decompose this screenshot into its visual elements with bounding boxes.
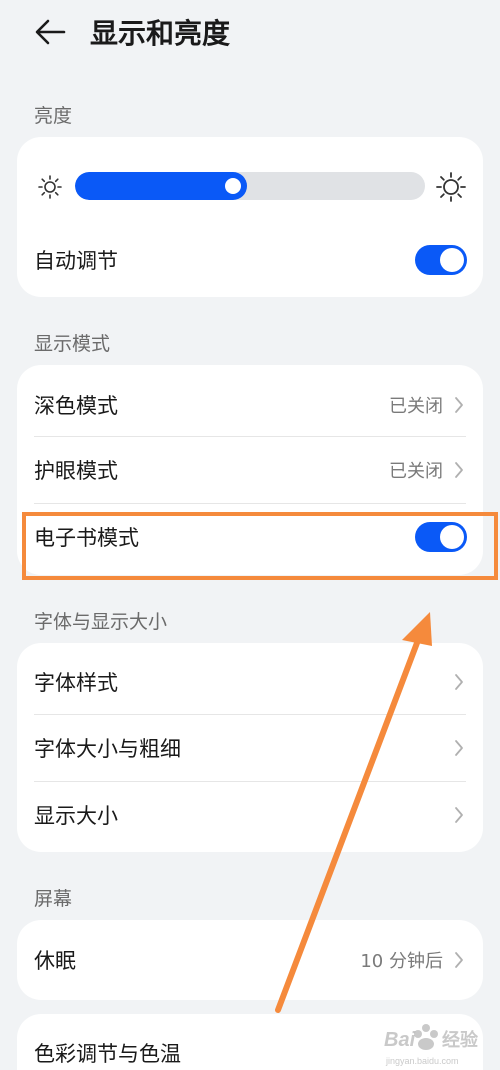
display-size-label: 显示大小 xyxy=(34,804,118,828)
watermark-logo: Bai 经验 jingyan.baidu.com xyxy=(384,1024,479,1066)
brightness-slider-thumb[interactable] xyxy=(225,178,241,194)
font-style-row[interactable]: 字体样式 xyxy=(17,649,483,715)
auto-brightness-label: 自动调节 xyxy=(34,249,118,273)
sleep-value: 10 分钟后 xyxy=(360,951,443,972)
sun-large-icon xyxy=(436,172,466,202)
sleep-row[interactable]: 休眠 10 分钟后 xyxy=(17,927,483,993)
svg-text:经验: 经验 xyxy=(442,1029,479,1050)
eye-comfort-row[interactable]: 护眼模式 已关闭 xyxy=(17,437,483,503)
dark-mode-row[interactable]: 深色模式 已关闭 xyxy=(17,372,483,438)
svg-text:Bai: Bai xyxy=(384,1029,416,1051)
header: 显示和亮度 xyxy=(0,0,500,66)
toggle-knob xyxy=(440,248,464,272)
back-button[interactable] xyxy=(30,14,70,50)
chevron-right-icon xyxy=(451,372,467,438)
auto-brightness-toggle[interactable] xyxy=(415,245,467,275)
brightness-card: 自动调节 xyxy=(17,137,483,297)
chevron-right-icon xyxy=(451,927,467,993)
section-label-font: 字体与显示大小 xyxy=(34,611,168,633)
sleep-card: 休眠 10 分钟后 xyxy=(17,920,483,1000)
font-card: 字体样式 字体大小与粗细 显示大小 xyxy=(17,643,483,852)
chevron-right-icon xyxy=(451,782,467,848)
highlight-box xyxy=(22,512,498,580)
section-label-display-mode: 显示模式 xyxy=(34,333,111,355)
chevron-right-icon xyxy=(451,715,467,781)
arrow-left-icon xyxy=(35,19,66,45)
dark-mode-label: 深色模式 xyxy=(34,394,118,418)
chevron-right-icon xyxy=(451,437,467,503)
font-style-label: 字体样式 xyxy=(34,671,118,695)
brightness-slider[interactable] xyxy=(75,172,425,200)
dark-mode-value: 已关闭 xyxy=(389,396,443,417)
color-temp-label: 色彩调节与色温 xyxy=(34,1042,181,1066)
section-label-screen: 屏幕 xyxy=(34,888,73,910)
section-label-brightness: 亮度 xyxy=(34,105,73,127)
font-size-weight-row[interactable]: 字体大小与粗细 xyxy=(17,715,483,781)
brightness-slider-fill xyxy=(75,172,247,200)
display-size-row[interactable]: 显示大小 xyxy=(17,782,483,848)
font-size-weight-label: 字体大小与粗细 xyxy=(34,737,181,761)
chevron-right-icon xyxy=(451,649,467,715)
page-title: 显示和亮度 xyxy=(90,17,231,50)
eye-comfort-value: 已关闭 xyxy=(389,461,443,482)
svg-text:jingyan.baidu.com: jingyan.baidu.com xyxy=(385,1056,459,1066)
eye-comfort-label: 护眼模式 xyxy=(34,459,118,483)
sun-small-icon xyxy=(38,175,62,199)
auto-brightness-row[interactable]: 自动调节 xyxy=(17,227,483,293)
sleep-label: 休眠 xyxy=(34,949,76,973)
